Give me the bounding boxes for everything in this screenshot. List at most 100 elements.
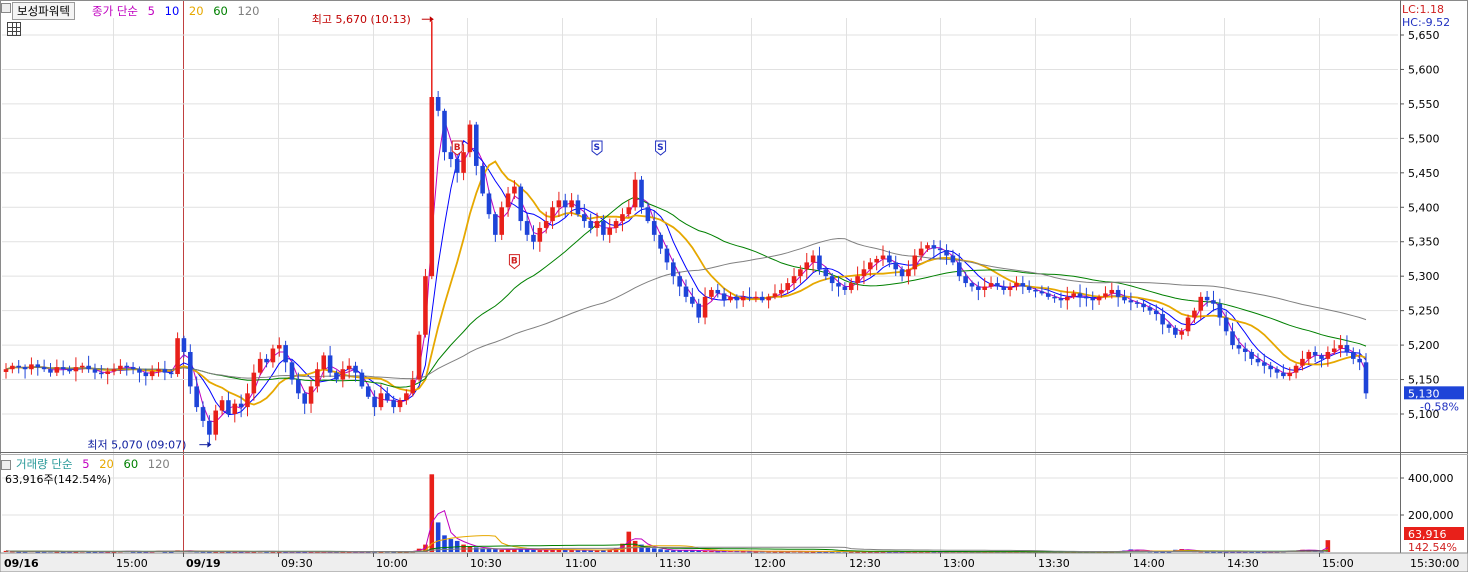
candle-body <box>804 262 810 270</box>
candle-body <box>582 214 587 222</box>
candle-body <box>327 355 333 373</box>
candle-body <box>48 369 53 373</box>
candle-body <box>1001 286 1007 290</box>
candle-body <box>753 296 759 299</box>
candle-body <box>868 262 873 270</box>
y-tick-label: 200,000 <box>1408 509 1454 522</box>
candle-body <box>1185 317 1191 332</box>
candle-body <box>1293 365 1299 373</box>
candle-body <box>41 367 47 370</box>
candle-body <box>1262 362 1267 366</box>
candle-body <box>1007 286 1013 290</box>
candle-body <box>1052 296 1057 299</box>
candle-body <box>226 400 231 414</box>
candle-body <box>315 369 320 387</box>
vol-ma-5-label: 5 <box>82 457 90 471</box>
volume-bar <box>651 548 657 552</box>
candle-body <box>664 248 670 263</box>
volume-panel-toggle[interactable] <box>1 460 11 470</box>
candle-body <box>35 364 41 368</box>
y-tick-label: 5,500 <box>1408 132 1440 145</box>
y-tick-label: 5,300 <box>1408 270 1440 283</box>
candle-body <box>251 372 257 394</box>
candle-body <box>359 372 365 387</box>
candle-body <box>613 221 619 228</box>
candle-body <box>181 338 187 352</box>
candle-body <box>1173 327 1178 335</box>
vol-ma-60-label: 60 <box>123 457 139 471</box>
current-price-value: 5,130 <box>1408 387 1440 400</box>
x-tick-label: 10:00 <box>376 557 408 570</box>
x-tick-label: 11:00 <box>565 557 597 570</box>
y-tick-label: 5,550 <box>1408 98 1440 111</box>
volume-bars <box>3 474 1331 553</box>
candle-body <box>702 296 708 318</box>
candle-body <box>270 348 276 363</box>
candle-body <box>1319 355 1324 359</box>
grid-table-icon[interactable] <box>7 22 21 36</box>
outer-frame <box>0 0 1468 572</box>
ma-prefix: 종가 단순 <box>92 4 138 18</box>
candle-body <box>1192 310 1197 318</box>
stock-name[interactable]: 보성파워텍 <box>12 2 75 20</box>
candle-body <box>690 296 695 304</box>
candle-body <box>124 365 130 368</box>
candle-body <box>607 227 613 235</box>
candle-body <box>137 369 142 373</box>
ma-120-line <box>5 237 1367 380</box>
candle-body <box>829 276 835 284</box>
candle-body <box>1103 293 1108 297</box>
candle-body <box>1268 365 1273 370</box>
candle-body <box>207 420 212 435</box>
candle-body <box>531 234 536 242</box>
candle-body <box>556 200 562 208</box>
candle-body <box>257 358 263 373</box>
candle-body <box>480 165 485 194</box>
y-tick-label: 5,400 <box>1408 201 1440 214</box>
candle-body <box>842 286 848 290</box>
candle-body <box>569 200 574 208</box>
candle-body <box>276 345 282 349</box>
candle-body <box>1033 289 1038 292</box>
candle-body <box>143 372 149 377</box>
candle-body <box>175 338 180 375</box>
candle-body <box>651 221 657 235</box>
candle-body <box>969 283 975 287</box>
candle-body <box>874 258 879 263</box>
candle-body <box>10 365 15 370</box>
candle-body <box>950 255 956 263</box>
chart-canvas[interactable]: 5,1005,1505,2005,2505,3005,3505,4005,450… <box>0 0 1468 572</box>
candle-body <box>747 296 752 299</box>
x-tick-label: 13:00 <box>943 557 975 570</box>
candle-body <box>1147 307 1153 311</box>
candle-body <box>918 248 924 256</box>
x-tick-label: 14:00 <box>1133 557 1165 570</box>
volume-bar <box>473 547 479 552</box>
grid-lines <box>2 0 1398 553</box>
candle-body <box>696 303 701 318</box>
price-panel-toggle[interactable] <box>1 3 11 13</box>
candle-body <box>410 379 416 394</box>
candle-body <box>130 367 136 370</box>
candle-body <box>283 345 288 363</box>
candle-body <box>1351 351 1356 359</box>
candle-body <box>550 207 555 222</box>
candle-body <box>575 200 581 215</box>
marker-label: S <box>657 143 663 153</box>
candle-body <box>880 255 886 259</box>
volume-bar <box>448 539 454 552</box>
candle-body <box>1306 351 1312 359</box>
candle-body <box>505 193 511 208</box>
y-tick-label: 5,250 <box>1408 305 1440 318</box>
candle-body <box>105 371 110 375</box>
buy-marker: B <box>451 140 463 156</box>
sell-marker: S <box>655 140 667 156</box>
candle-body <box>493 214 498 235</box>
candle-body <box>588 221 593 228</box>
volume-legend: 거래량 단순 5 20 60 120 <box>16 457 176 471</box>
candle-body <box>1281 372 1286 377</box>
candle-body <box>937 248 943 251</box>
candle-body <box>988 283 994 287</box>
candle-body <box>397 400 403 408</box>
candle-body <box>1084 296 1089 299</box>
